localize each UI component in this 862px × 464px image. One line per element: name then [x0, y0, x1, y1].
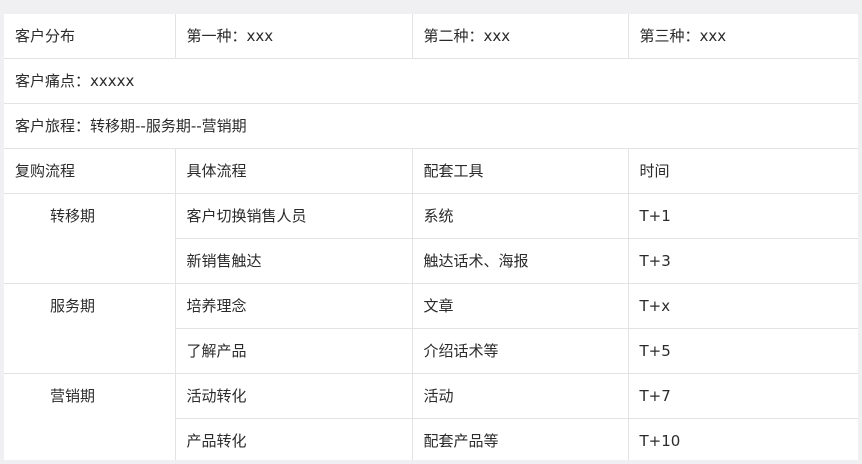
process-cell: 培养理念 — [174, 283, 413, 329]
time-cell: T+5 — [627, 328, 858, 374]
distribution-label: 客户分布 — [4, 14, 176, 59]
process-cell: 产品转化 — [175, 418, 413, 464]
tool-cell: 介绍话术等 — [411, 328, 629, 374]
journey-text: 客户旅程：转移期--服务期--营销期 — [4, 103, 858, 149]
page-bottom-edge — [0, 460, 862, 464]
process-cell: 活动转化 — [174, 373, 413, 419]
pain-points-text: 客户痛点：xxxxx — [4, 58, 858, 104]
header-supporting-tools: 配套工具 — [411, 148, 629, 194]
type-first: 第一种：xxx — [174, 14, 413, 59]
table-row: 服务期 培养理念 文章 T+x — [4, 283, 858, 374]
header-specific-process: 具体流程 — [174, 148, 413, 194]
process-cell: 客户切换销售人员 — [174, 193, 413, 239]
tool-cell: 系统 — [411, 193, 629, 239]
header-time: 时间 — [627, 148, 858, 194]
document-frame: 客户分布 第一种：xxx 第二种：xxx 第三种：xxx 客户痛点：xxxxx … — [4, 14, 858, 464]
type-third: 第三种：xxx — [627, 14, 858, 59]
header-repurchase-process: 复购流程 — [4, 148, 176, 194]
phase-marketing: 营销期 — [4, 373, 176, 464]
tool-cell: 配套产品等 — [411, 418, 629, 464]
table-row: 营销期 活动转化 活动 T+7 — [4, 373, 858, 464]
table-header-row: 复购流程 具体流程 配套工具 时间 — [4, 148, 858, 194]
customer-repurchase-table: 客户分布 第一种：xxx 第二种：xxx 第三种：xxx 客户痛点：xxxxx … — [4, 14, 858, 464]
time-cell: T+7 — [627, 373, 858, 419]
tool-cell: 文章 — [411, 283, 629, 329]
process-cell: 新销售触达 — [175, 238, 413, 284]
time-cell: T+10 — [627, 418, 858, 464]
journey-row: 客户旅程：转移期--服务期--营销期 — [4, 103, 858, 149]
type-second: 第二种：xxx — [411, 14, 629, 59]
time-cell: T+3 — [627, 238, 858, 284]
pain-points-row: 客户痛点：xxxxx — [4, 58, 858, 104]
time-cell: T+1 — [627, 193, 858, 239]
phase-transfer: 转移期 — [4, 193, 176, 284]
phase-service: 服务期 — [4, 283, 176, 374]
table-row: 转移期 客户切换销售人员 系统 T+1 — [4, 193, 858, 284]
distribution-row: 客户分布 第一种：xxx 第二种：xxx 第三种：xxx — [4, 14, 858, 59]
time-cell: T+x — [627, 283, 858, 329]
tool-cell: 触达话术、海报 — [411, 238, 629, 284]
tool-cell: 活动 — [411, 373, 629, 419]
process-cell: 了解产品 — [175, 328, 413, 374]
